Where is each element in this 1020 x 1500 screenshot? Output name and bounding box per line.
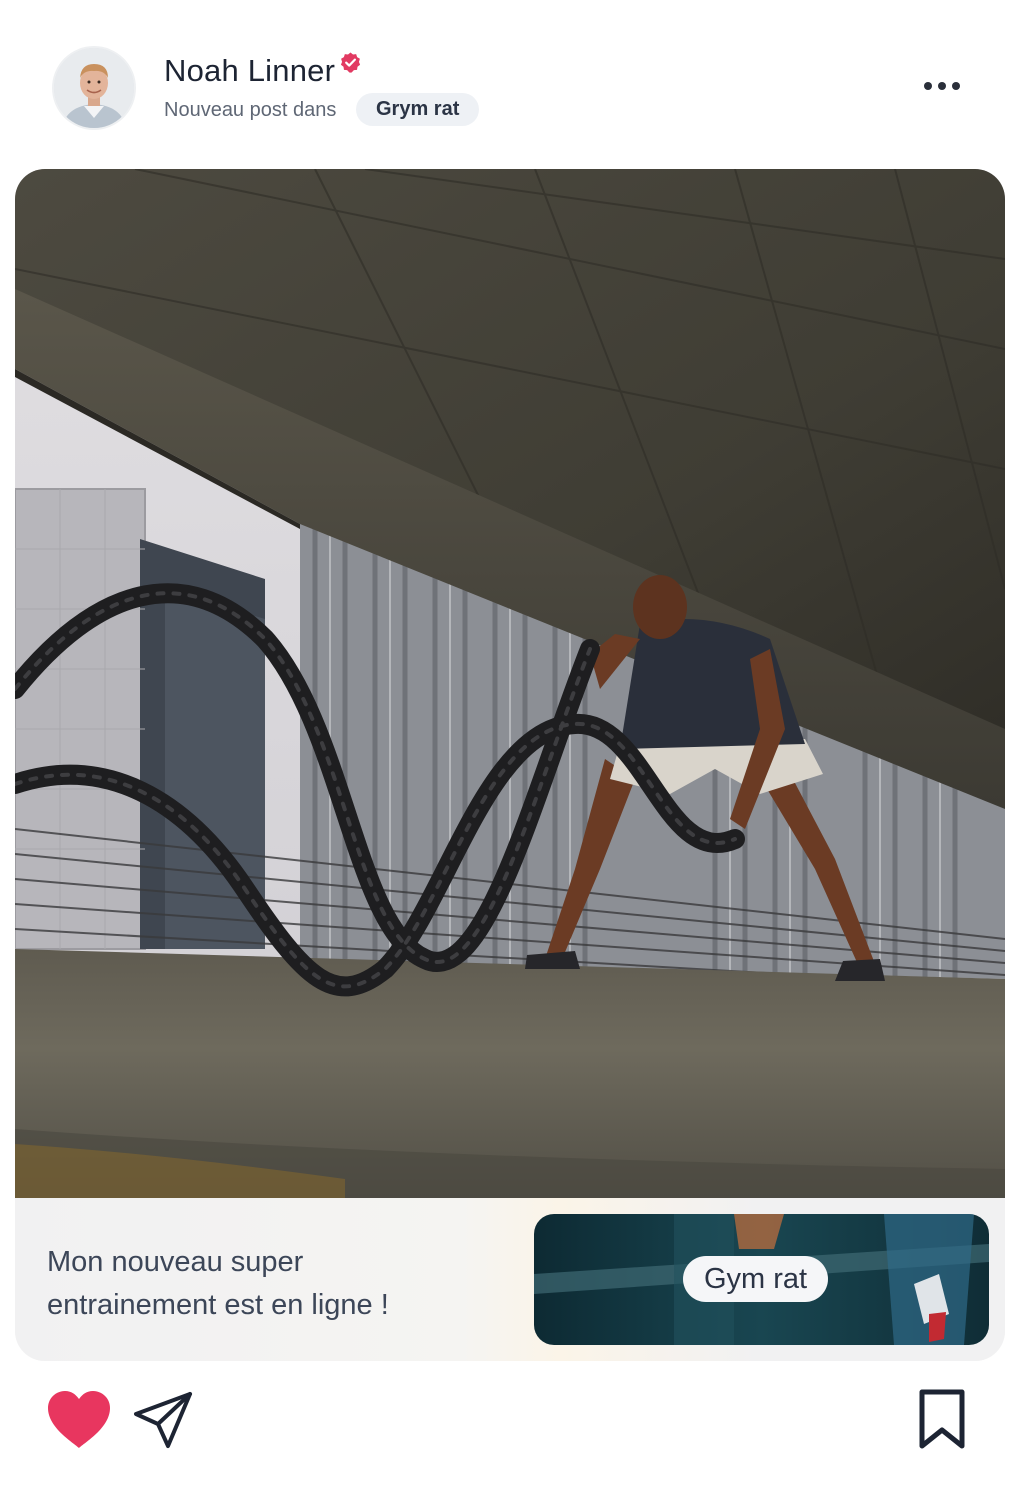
avatar[interactable] <box>54 48 134 128</box>
bookmark-icon[interactable] <box>912 1388 972 1452</box>
post-caption: Mon nouveau super entrainement est en li… <box>47 1241 487 1327</box>
heart-icon[interactable] <box>44 1388 114 1452</box>
post-photo[interactable] <box>15 169 1005 1198</box>
post-caption-line-2: entrainement est en ligne ! <box>47 1289 389 1321</box>
more-horizontal-icon <box>924 82 932 90</box>
more-horizontal-icon-dot <box>952 82 960 90</box>
post-card: Mon nouveau super entrainement est en li… <box>15 169 1005 1361</box>
author-name[interactable]: Noah Linner <box>164 52 335 90</box>
post-context-text: Nouveau post dans <box>164 99 337 121</box>
send-icon[interactable] <box>132 1388 196 1452</box>
post-screen: Noah Linner Nouveau post dans Grym rat M… <box>0 0 1020 1500</box>
group-card-label: Gym rat <box>683 1256 829 1302</box>
more-horizontal-icon-dot <box>938 82 946 90</box>
group-chip[interactable]: Grym rat <box>356 93 480 126</box>
more-options-button[interactable] <box>916 70 968 102</box>
post-caption-line-1: Mon nouveau super <box>47 1246 304 1278</box>
verified-badge-icon <box>340 52 361 73</box>
group-card[interactable]: Gym rat <box>534 1214 989 1345</box>
